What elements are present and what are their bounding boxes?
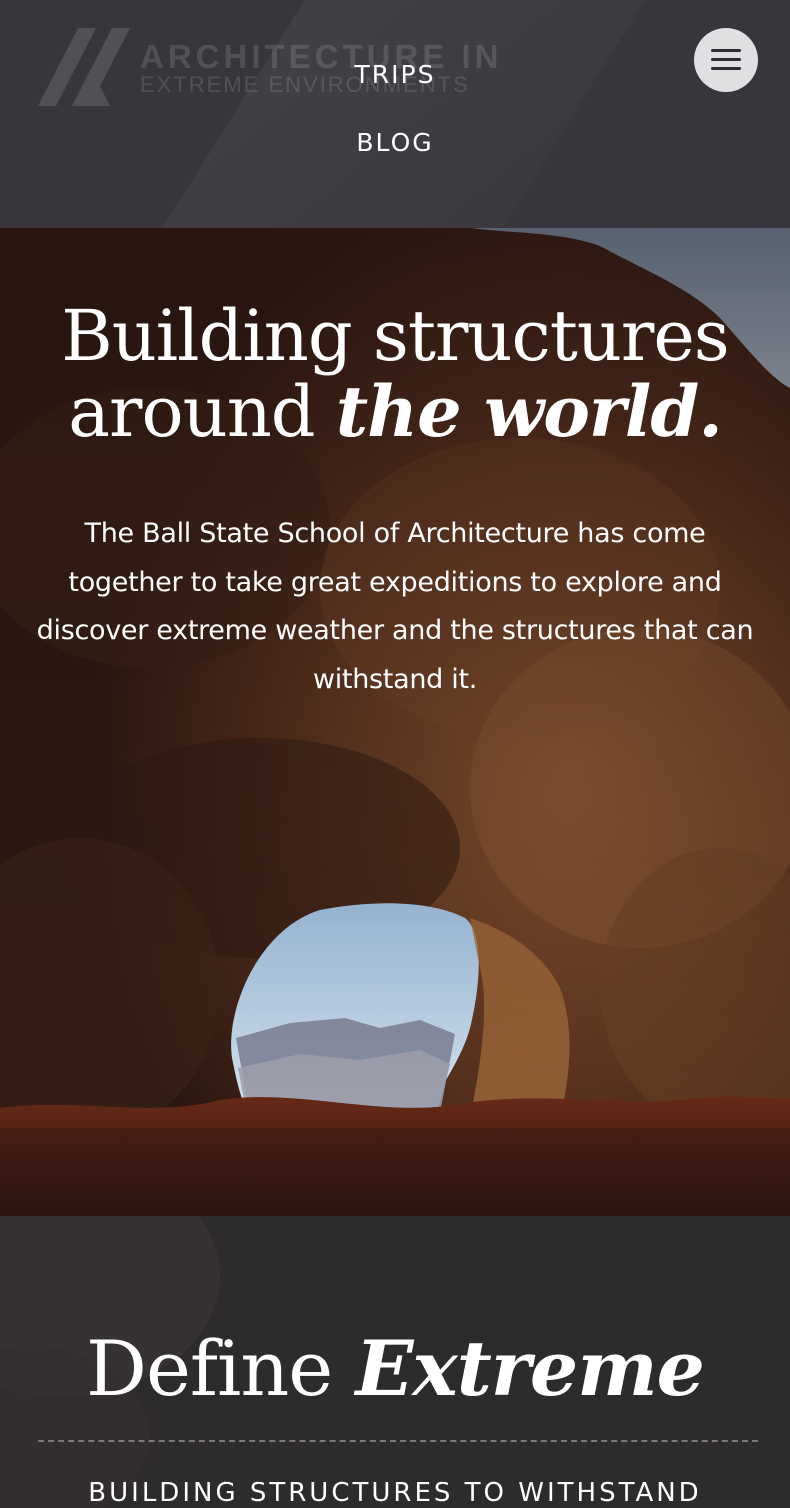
hero-title: Building structures around the world. <box>0 298 790 450</box>
nav-link-trips[interactable]: TRIPS <box>0 60 790 89</box>
menu-button[interactable] <box>694 28 758 92</box>
define-extreme-section: Define Extreme BUILDING STRUCTURES TO WI… <box>0 1216 790 1508</box>
hero-title-emphasis: the world. <box>335 370 723 453</box>
hamburger-icon <box>711 49 741 70</box>
section-title: Define Extreme <box>0 1324 790 1414</box>
hero-description: The Ball State School of Architecture ha… <box>36 518 754 695</box>
hero-section: Building structures around the world. Th… <box>0 228 790 1216</box>
nav-link-blog[interactable]: BLOG <box>0 128 790 157</box>
section-title-emphasis: Extreme <box>355 1324 705 1413</box>
section-title-plain: Define <box>86 1324 356 1413</box>
section-subtitle: BUILDING STRUCTURES TO WITHSTAND <box>88 1478 702 1508</box>
hero-title-line1: Building structures <box>61 295 729 377</box>
dashed-divider <box>38 1440 758 1442</box>
hero-title-line2: around <box>68 371 336 453</box>
site-header: ARCHITECTURE IN EXTREME ENVIRONMENTS TRI… <box>0 0 790 228</box>
